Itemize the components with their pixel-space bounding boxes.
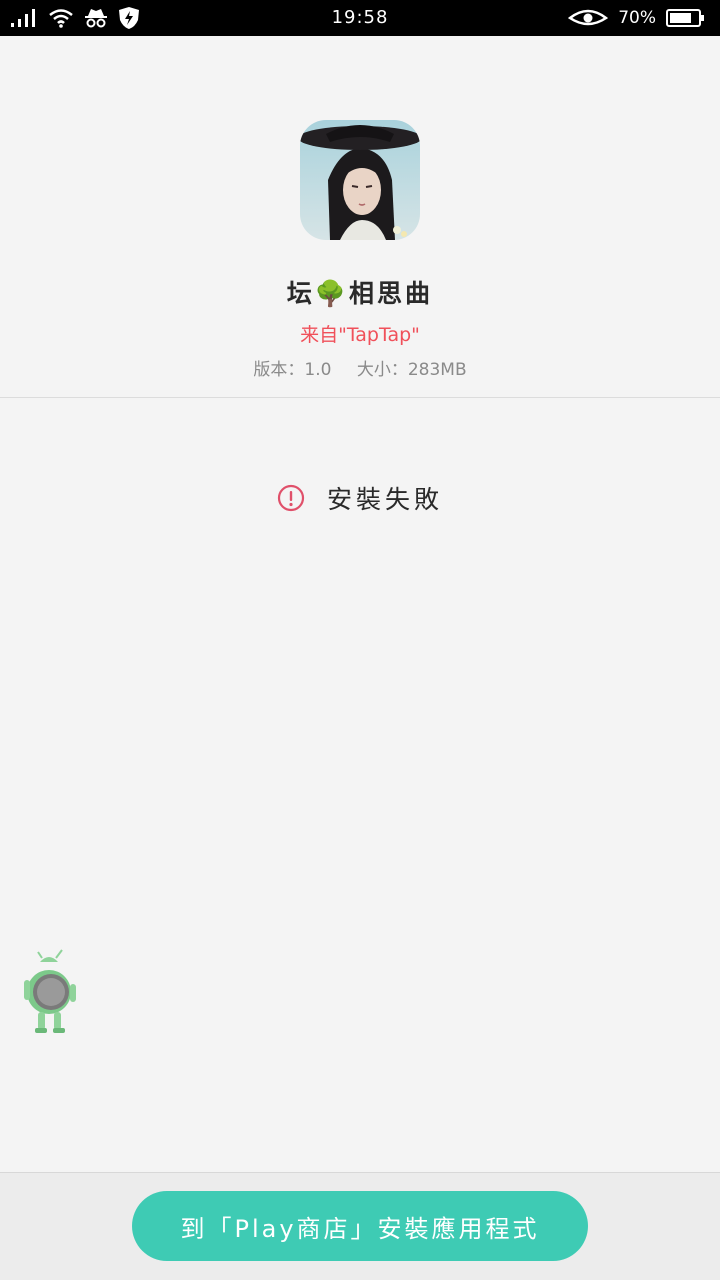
android-mascot-icon: [18, 948, 80, 1036]
battery-percentage: 70%: [618, 8, 656, 28]
result-status: 安裝失敗: [326, 485, 443, 514]
app-meta: 版本：1.0 大小：283MB: [0, 355, 720, 380]
version-label: 版本：1.0: [253, 360, 332, 380]
status-bar: 19:58 70%: [0, 0, 720, 36]
app-name: 坛🌳相思曲: [286, 279, 434, 308]
size-label: 大小：283MB: [356, 360, 467, 380]
install-result: 安裝失敗: [0, 480, 720, 516]
app-icon: [300, 120, 420, 240]
alert-circle-icon: [277, 484, 305, 512]
eye-icon: [568, 8, 609, 28]
divider: [0, 397, 720, 398]
source-label: 来自"TapTap": [300, 324, 420, 346]
open-play-store-button[interactable]: 到「Play商店」安裝應用程式: [132, 1191, 588, 1261]
battery-icon: [666, 8, 706, 28]
